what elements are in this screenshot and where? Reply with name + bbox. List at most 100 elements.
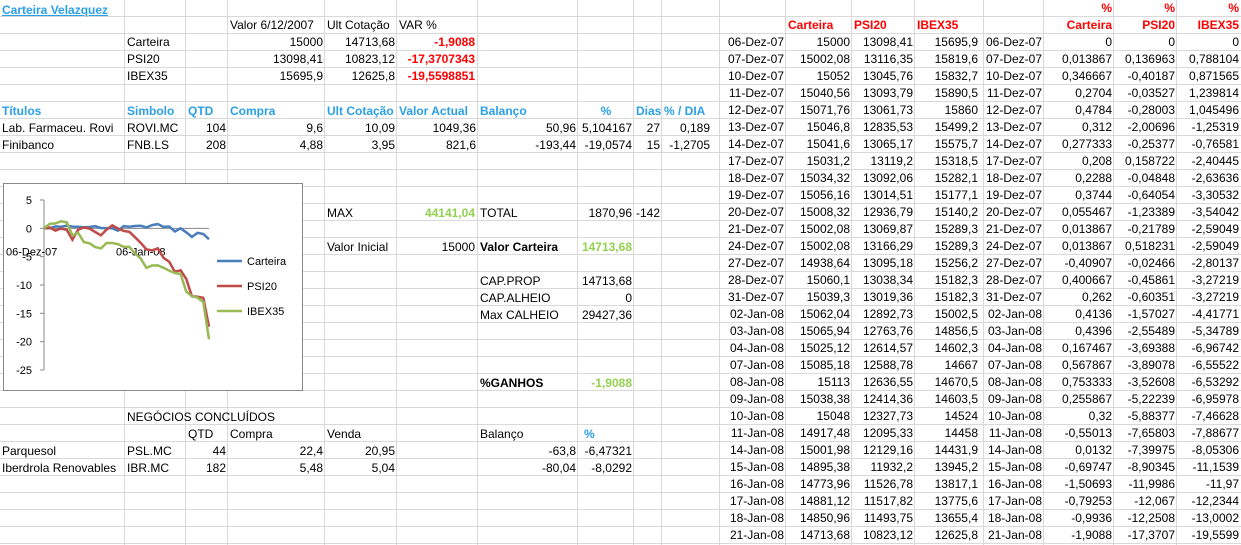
holding-balanco: 50,96 [545, 121, 576, 135]
history-carteira: 15034,32 [799, 171, 850, 185]
history-ibex35: 15860 [944, 103, 978, 117]
history-pct-psi20: -0,04848 [1127, 171, 1175, 185]
history-pct-carteira: -0,9936 [1071, 511, 1112, 525]
holding-pct: -19,0574 [584, 138, 632, 152]
summary-name: PSI20 [127, 52, 160, 66]
history-psi20: 13166,29 [862, 239, 913, 253]
history-psi20: 11932,2 [870, 460, 914, 474]
summary-header-ult: Ult Cotação [327, 18, 390, 32]
history-date: 10-Jan-08 [729, 409, 784, 423]
history-pct-ibex35: 1,045496 [1188, 103, 1239, 117]
history-carteira: 15001,98 [799, 443, 850, 457]
series-line-psi20[interactable] [43, 223, 211, 328]
performance-chart[interactable]: 5 0 -5 -10 -15 -20 -25 06-Dez-07 06-Jan-08 Cartei… [3, 183, 303, 391]
history-pct-carteira: -0,79253 [1064, 494, 1112, 508]
history-header-carteira: Carteira [788, 18, 834, 32]
history-date2: 14-Jan-08 [987, 443, 1042, 457]
history-pct-carteira: 0,400667 [1061, 273, 1112, 287]
history-pct-carteira: -1,9088 [1071, 528, 1112, 542]
history-pct-psi20: -3,52608 [1127, 375, 1175, 389]
history-psi20: 13093,79 [862, 86, 913, 100]
history-pct-psi20: -12,2508 [1127, 511, 1175, 525]
history-pct-carteira: 0,208 [1081, 154, 1112, 168]
holding-pct-dia: 0,189 [679, 121, 710, 135]
sheet-title[interactable]: Carteira Velazquez [0, 2, 180, 19]
history-ibex35: 15002,5 [934, 307, 978, 321]
history-pct-carteira: 0,2288 [1075, 171, 1112, 185]
history-date: 07-Dez-07 [727, 52, 784, 66]
history-psi20: 12129,16 [862, 443, 913, 457]
history-date2: 18-Dez-07 [985, 171, 1042, 185]
history-carteira: 14895,38 [799, 460, 850, 474]
holding-compra: 4,88 [299, 138, 323, 152]
closed-simbolo: IBR.MC [127, 461, 169, 475]
history-pct-ibex35: -3,27219 [1191, 290, 1239, 304]
history-date: 03-Jan-08 [729, 324, 784, 338]
history-pct-ibex35: -19,5599 [1191, 528, 1239, 542]
history-date: 17-Dez-07 [727, 154, 784, 168]
holding-titulos: Finibanco [2, 138, 55, 152]
history-date: 31-Dez-07 [727, 290, 784, 304]
holdings-header-compra: Compra [230, 104, 276, 118]
history-pct-carteira: 0,32 [1088, 409, 1112, 423]
history-carteira: 15040,56 [799, 86, 850, 100]
closed-balanco: -80,04 [541, 461, 576, 475]
history-ibex35: 14458 [944, 426, 978, 440]
total-value: 1870,96 [588, 206, 632, 220]
history-date2: 21-Dez-07 [985, 222, 1042, 236]
legend-label: IBEX35 [247, 306, 284, 318]
history-psi20: 12636,55 [862, 375, 913, 389]
history-pct-ibex35: -8,05306 [1191, 443, 1239, 457]
history-pct-carteira: 0,013867 [1061, 222, 1112, 236]
holding-valor-actual: 821,6 [445, 138, 476, 152]
history-carteira: 15008,32 [799, 205, 850, 219]
holdings-header-valor-actual: Valor Actual [399, 104, 468, 118]
holding-balanco: -193,44 [535, 138, 576, 152]
holding-dias: 15 [646, 138, 660, 152]
series-line-ibex35[interactable] [43, 220, 211, 340]
holdings-header-balanco: Balanço [480, 104, 527, 118]
closed-venda: 20,95 [364, 444, 395, 458]
pct-header-carteira: Carteira [1066, 18, 1112, 32]
history-pct-carteira: 0,255867 [1061, 392, 1112, 406]
y-tick-label: -25 [16, 365, 32, 377]
history-ibex35: 15575,7 [934, 137, 978, 151]
history-date2: 24-Dez-07 [985, 239, 1042, 253]
closed-header-compra: Compra [230, 427, 273, 441]
ganhos-value: -1,9088 [591, 376, 632, 390]
history-date: 17-Jan-08 [729, 494, 784, 508]
history-ibex35: 13817,1 [934, 477, 978, 491]
history-pct-ibex35: -6,55522 [1191, 358, 1239, 372]
history-date: 10-Dez-07 [727, 69, 784, 83]
history-pct-psi20: -0,64054 [1127, 188, 1175, 202]
history-ibex35: 15890,5 [934, 86, 978, 100]
history-carteira: 15041,6 [806, 137, 850, 151]
history-carteira: 14850,96 [799, 511, 850, 525]
closed-qtd: 44 [212, 444, 226, 458]
history-pct-carteira: -0,40907 [1064, 256, 1112, 270]
history-date: 09-Jan-08 [729, 392, 784, 406]
history-pct-psi20: -0,21789 [1127, 222, 1175, 236]
history-psi20: 13092,06 [862, 171, 913, 185]
holding-ult-cotacao: 3,95 [371, 138, 395, 152]
history-psi20: 13095,18 [862, 256, 913, 270]
history-psi20: 11493,75 [863, 511, 913, 525]
summary-var: -17,3707343 [407, 52, 475, 66]
history-pct-carteira: 0,346667 [1061, 69, 1112, 83]
history-carteira: 15002,08 [799, 222, 850, 236]
history-carteira: 15025,12 [799, 341, 850, 355]
closed-header-qtd: QTD [188, 427, 214, 441]
history-ibex35: 13775,6 [934, 494, 978, 508]
history-psi20: 12763,76 [862, 324, 913, 338]
pct-header-ibex35: IBEX35 [1197, 18, 1239, 32]
history-pct-psi20: -3,69388 [1127, 341, 1175, 355]
holding-qtd: 208 [205, 138, 226, 152]
history-psi20: 12936,79 [862, 205, 913, 219]
history-date2: 06-Dez-07 [985, 35, 1042, 49]
history-date: 11-Dez-07 [728, 86, 784, 100]
history-date: 27-Dez-07 [727, 256, 784, 270]
holdings-header-dias: Dias [636, 104, 662, 118]
y-tick-label: 5 [26, 195, 32, 207]
history-date: 28-Dez-07 [727, 273, 784, 287]
holdings-header-simbolo: Simbolo [127, 104, 175, 118]
